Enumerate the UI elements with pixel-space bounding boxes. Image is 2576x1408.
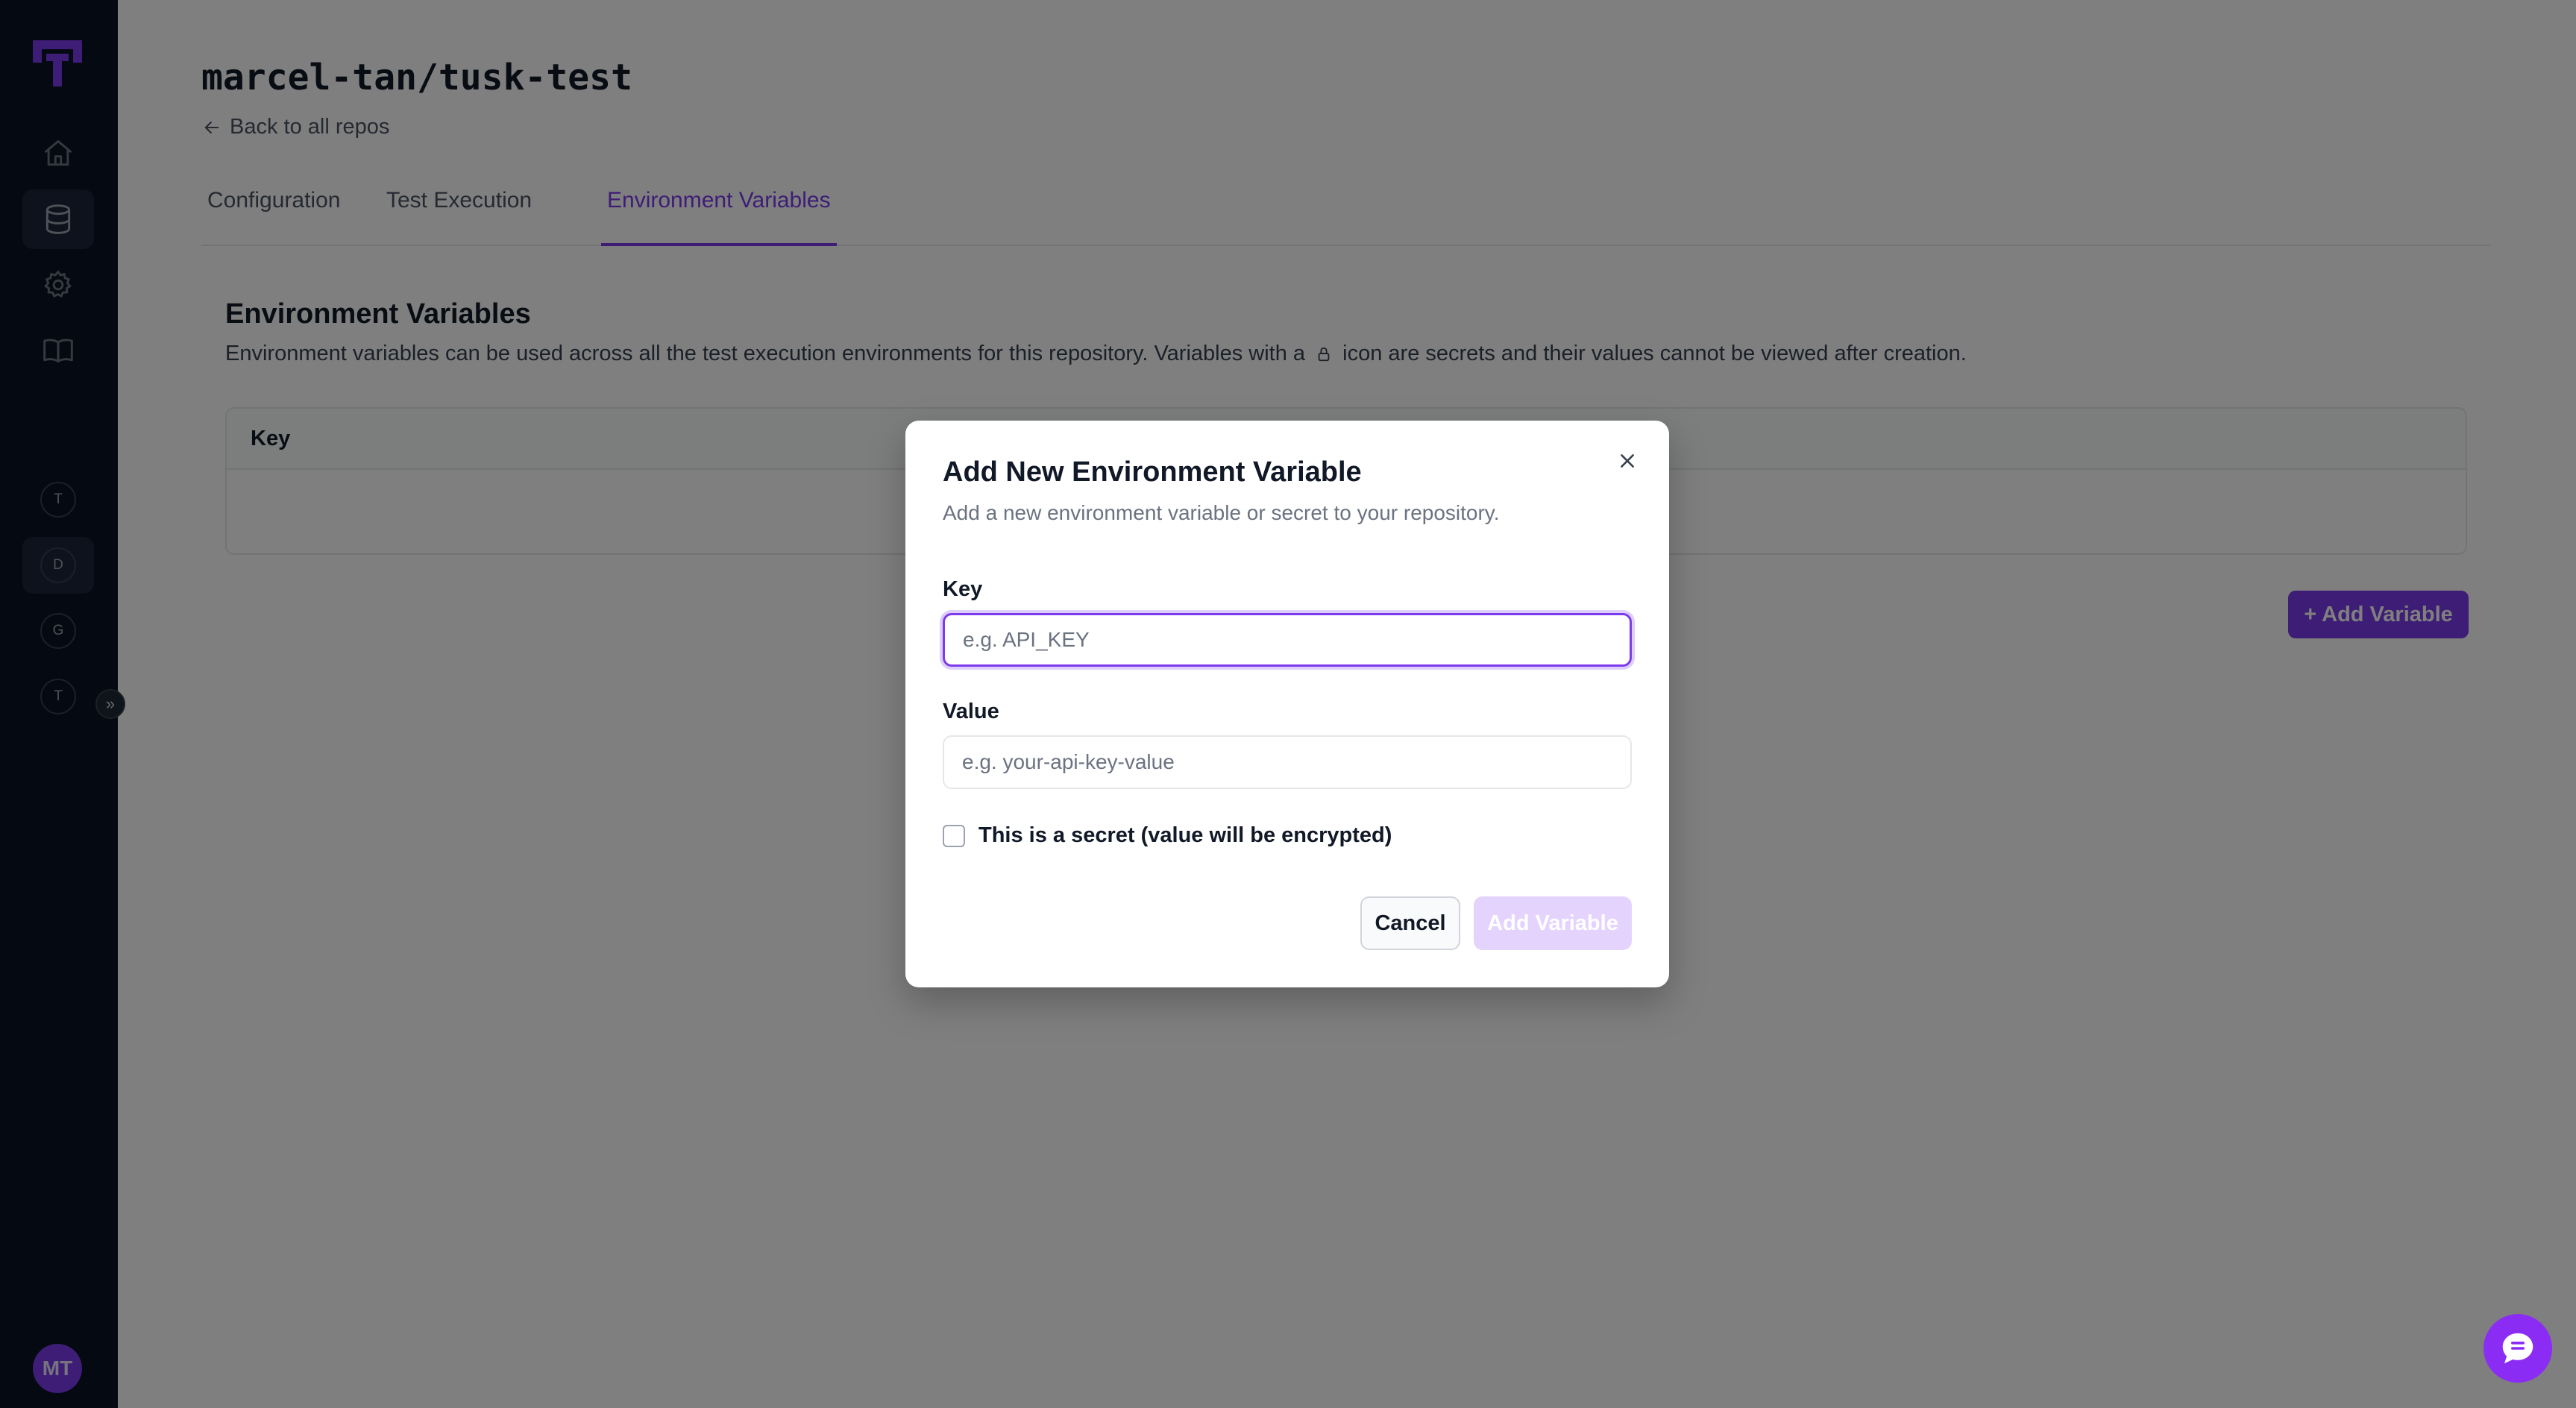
key-input[interactable]	[943, 613, 1632, 667]
key-label: Key	[943, 577, 983, 601]
dialog-description: Add a new environment variable or secret…	[943, 501, 1500, 524]
cancel-button[interactable]: Cancel	[1360, 896, 1460, 950]
dialog-title: Add New Environment Variable	[943, 456, 1362, 488]
chat-icon	[2502, 1333, 2533, 1364]
chat-support-button[interactable]	[2484, 1314, 2552, 1383]
close-icon	[1621, 454, 1634, 468]
secret-checkbox[interactable]	[943, 824, 965, 847]
add-env-variable-dialog: Add New Environment Variable Add a new e…	[905, 421, 1669, 987]
secret-checkbox-row[interactable]: This is a secret (value will be encrypte…	[943, 823, 1392, 848]
submit-add-variable-button[interactable]: Add Variable	[1474, 896, 1632, 950]
value-label: Value	[943, 700, 999, 723]
value-input[interactable]	[943, 735, 1632, 789]
close-button[interactable]	[1612, 446, 1642, 476]
secret-checkbox-label[interactable]: This is a secret (value will be encrypte…	[978, 823, 1392, 848]
